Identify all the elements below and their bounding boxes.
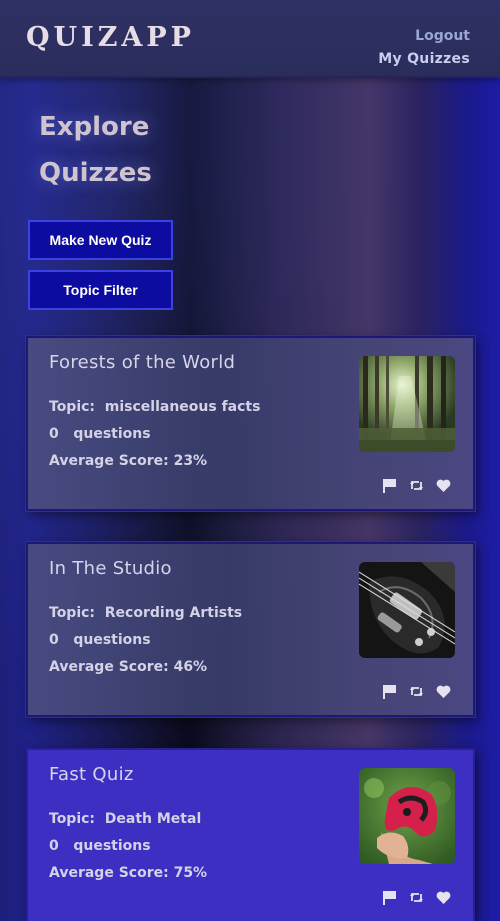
quiz-average-score: Average Score: 75%	[49, 865, 208, 881]
flag-icon[interactable]	[382, 478, 397, 493]
quiz-question-count: 0 questions	[49, 838, 151, 854]
quiz-topic: Topic: Death Metal	[49, 811, 202, 827]
logout-link[interactable]: Logout	[415, 28, 470, 44]
flag-icon[interactable]	[382, 684, 397, 699]
electric-guitar-photo	[359, 562, 455, 658]
quiz-actions	[382, 890, 451, 905]
retweet-icon[interactable]	[409, 684, 424, 699]
quiz-topic: Topic: Recording Artists	[49, 605, 243, 621]
quiz-card[interactable]: Forests of the World Topic: miscellaneou…	[25, 335, 476, 512]
flag-icon[interactable]	[382, 890, 397, 905]
top-navbar: QUIZAPP Logout My Quizzes	[0, 0, 500, 78]
forest-photo	[359, 356, 455, 452]
retweet-icon[interactable]	[409, 890, 424, 905]
quiz-question-count: 0 questions	[49, 426, 151, 442]
quiz-average-score: Average Score: 23%	[49, 453, 208, 469]
quiz-average-score: Average Score: 46%	[49, 659, 208, 675]
quiz-title[interactable]: In The Studio	[49, 558, 172, 579]
heart-icon[interactable]	[436, 478, 451, 493]
heart-icon[interactable]	[436, 684, 451, 699]
app-logo[interactable]: QUIZAPP	[26, 22, 195, 53]
game-controller-photo	[359, 768, 455, 864]
quiz-title[interactable]: Forests of the World	[49, 352, 235, 373]
quiz-question-count: 0 questions	[49, 632, 151, 648]
quiz-card[interactable]: Fast Quiz Topic: Death Metal 0 questions…	[26, 748, 475, 921]
page-title: Explore Quizzes	[39, 112, 152, 188]
quiz-topic: Topic: miscellaneous facts	[49, 399, 261, 415]
quiz-card[interactable]: In The Studio Topic: Recording Artists 0…	[25, 541, 476, 718]
quiz-actions	[382, 684, 451, 699]
quiz-actions	[382, 478, 451, 493]
topic-filter-button[interactable]: Topic Filter	[28, 270, 173, 310]
heart-icon[interactable]	[436, 890, 451, 905]
retweet-icon[interactable]	[409, 478, 424, 493]
my-quizzes-link[interactable]: My Quizzes	[378, 51, 470, 67]
make-new-quiz-button[interactable]: Make New Quiz	[28, 220, 173, 260]
quiz-title[interactable]: Fast Quiz	[49, 764, 134, 785]
